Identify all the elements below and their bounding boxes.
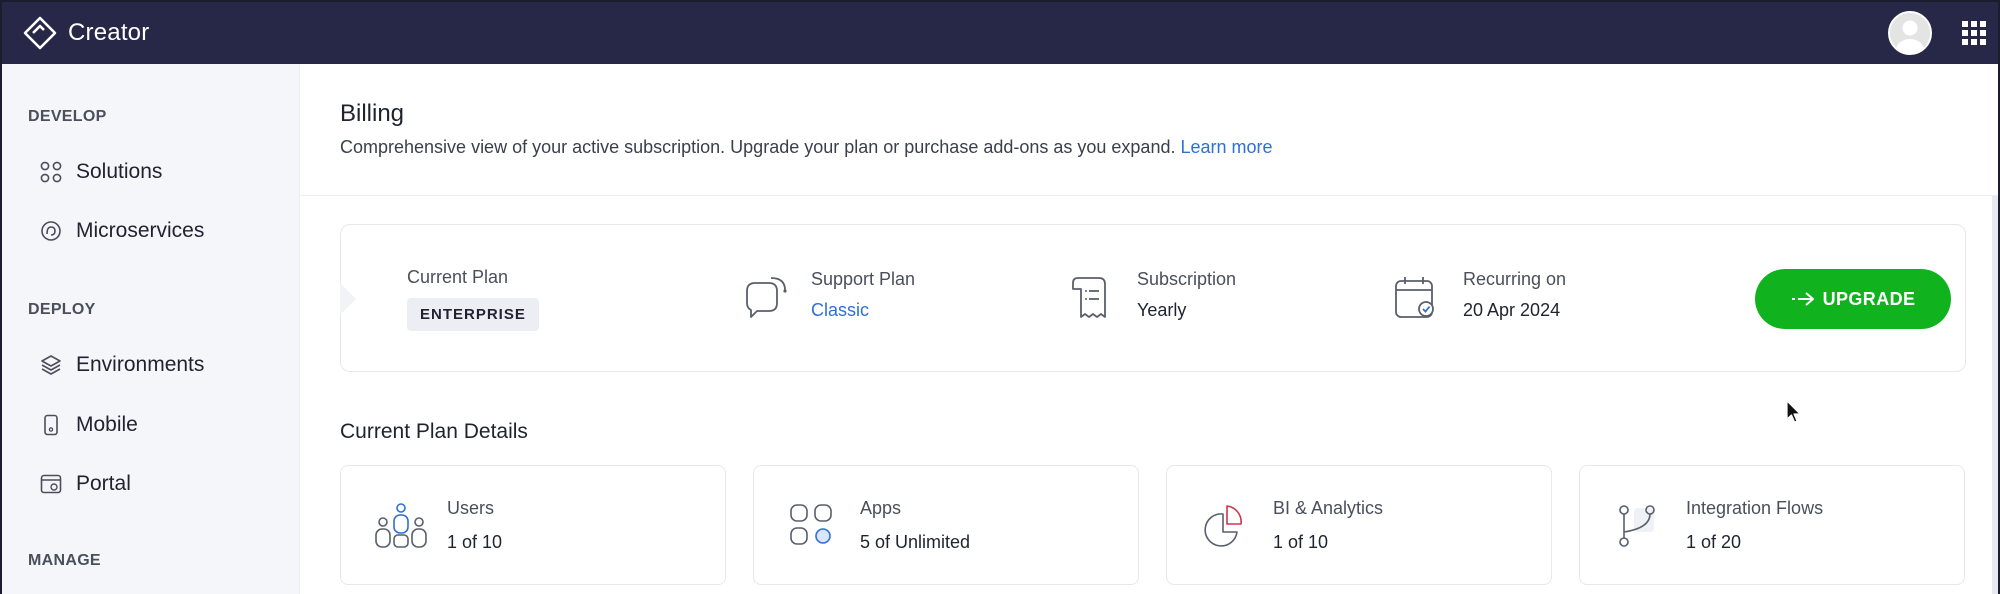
description-text: Comprehensive view of your active subscr… — [340, 137, 1176, 157]
grid-circles-icon — [40, 161, 62, 183]
creator-logo-icon — [23, 16, 57, 50]
learn-more-link[interactable]: Learn more — [1180, 137, 1272, 157]
detail-label: Integration Flows — [1686, 498, 1824, 518]
section-heading-develop: DEVELOP — [28, 108, 107, 125]
sidebar-item-microservices[interactable]: Microservices — [40, 211, 204, 251]
support-plan-label: Support Plan — [811, 269, 916, 289]
portal-icon — [40, 474, 62, 494]
plan-badge: ENTERPRISE — [407, 298, 539, 331]
app-title: Creator — [68, 19, 150, 46]
sidebar-item-mobile[interactable]: Mobile — [40, 405, 138, 445]
sidebar-item-label: Solutions — [76, 160, 163, 183]
upgrade-button[interactable]: UPGRADE — [1755, 269, 1951, 329]
current-plan: Current Plan ENTERPRISE — [407, 267, 539, 331]
sidebar-item-portal[interactable]: Portal — [40, 464, 131, 504]
detail-value: 1 of 10 — [447, 532, 503, 552]
recurring-date: 20 Apr 2024 — [1463, 300, 1561, 320]
top-bar: Creator — [2, 2, 1998, 64]
subscription-label: Subscription — [1137, 269, 1237, 289]
support-headset-icon — [746, 277, 787, 318]
page-description: Comprehensive view of your active subscr… — [340, 137, 1273, 158]
detail-label: BI & Analytics — [1273, 498, 1384, 518]
subscription: Subscription Yearly — [1137, 269, 1236, 321]
detail-label: Apps — [860, 498, 902, 518]
current-plan-details-title: Current Plan Details — [340, 420, 528, 443]
card-notch — [340, 283, 356, 315]
sidebar: DEVELOP Solutions Microservices DEPLOY E… — [2, 64, 300, 594]
sidebar-item-solutions[interactable]: Solutions — [40, 152, 162, 192]
detail-card-apps: Apps 5 of Unlimited — [753, 465, 1139, 585]
detail-card-bi-analytics: BI & Analytics 1 of 10 — [1166, 465, 1552, 585]
user-silhouette-icon — [1890, 13, 1930, 53]
detail-card-integration-flows: Integration Flows 1 of 20 — [1579, 465, 1965, 585]
recurring: Recurring on 20 Apr 2024 — [1463, 269, 1566, 321]
apps-icon — [790, 504, 832, 545]
calendar-check-icon — [1395, 277, 1434, 318]
detail-value: 1 of 10 — [1273, 532, 1329, 552]
user-avatar[interactable] — [1888, 11, 1932, 55]
pie-chart-icon — [1204, 505, 1242, 547]
upgrade-button-label: UPGRADE — [1822, 288, 1916, 309]
scrollbar[interactable] — [1992, 196, 1998, 594]
recurring-label: Recurring on — [1463, 269, 1567, 289]
sidebar-item-environments[interactable]: Environments — [40, 345, 204, 385]
sidebar-item-label: Microservices — [76, 219, 205, 242]
support-plan-link[interactable]: Classic — [811, 300, 915, 321]
mouse-pointer-icon — [1786, 400, 1801, 423]
layers-icon — [41, 355, 61, 375]
sidebar-item-label: Portal — [76, 472, 131, 495]
receipt-icon — [1072, 277, 1106, 318]
sidebar-item-label: Mobile — [76, 413, 138, 436]
page-header: Billing Comprehensive view of your activ… — [300, 64, 1998, 196]
flow-branch-icon — [1619, 505, 1655, 547]
page-title: Billing — [340, 100, 405, 127]
section-heading-deploy: DEPLOY — [28, 301, 96, 318]
brand[interactable]: Creator — [22, 15, 149, 51]
section-heading-manage: MANAGE — [28, 552, 101, 569]
subscription-value: Yearly — [1137, 300, 1187, 320]
microservices-icon — [41, 221, 61, 241]
app-launcher-grid-icon[interactable] — [1962, 21, 1986, 45]
detail-label: Users — [447, 498, 495, 518]
sidebar-item-label: Environments — [76, 353, 205, 376]
detail-value: 5 of Unlimited — [860, 532, 971, 552]
main-content: Billing Comprehensive view of your activ… — [300, 64, 1998, 594]
mobile-icon — [44, 414, 58, 436]
detail-value: 1 of 20 — [1686, 532, 1742, 552]
plan-summary-card: Current Plan ENTERPRISE Support Plan Cla… — [340, 224, 1966, 372]
support-plan: Support Plan Classic — [811, 269, 915, 321]
detail-card-users: Users 1 of 10 — [340, 465, 726, 585]
arrow-right-icon — [1791, 292, 1814, 306]
current-plan-label: Current Plan — [407, 267, 509, 287]
users-icon — [375, 503, 427, 548]
